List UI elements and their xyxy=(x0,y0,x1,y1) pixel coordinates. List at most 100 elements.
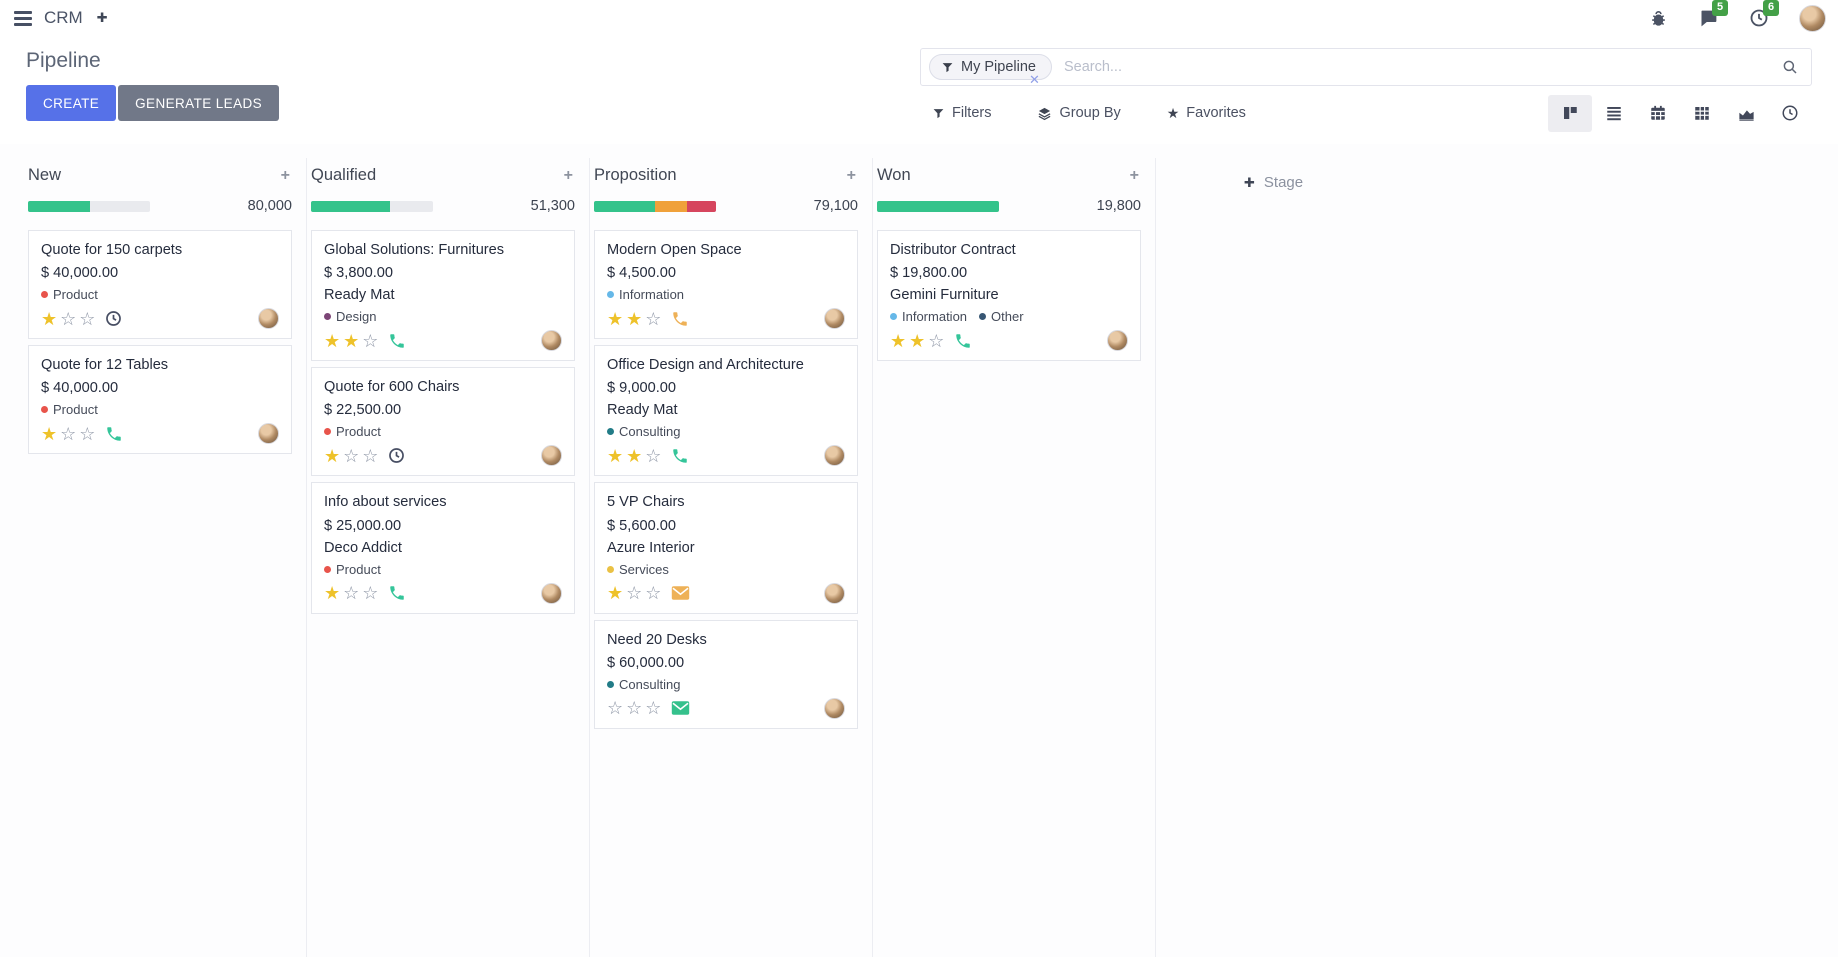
favorites-menu[interactable]: Favorites xyxy=(1167,105,1246,122)
priority-star[interactable]: ★ xyxy=(41,425,57,443)
add-icon[interactable] xyxy=(97,9,108,27)
priority-star[interactable]: ☆ xyxy=(343,447,359,465)
priority-star[interactable]: ★ xyxy=(909,332,925,350)
user-avatar[interactable] xyxy=(1799,5,1826,32)
search-icon[interactable] xyxy=(1781,58,1799,76)
kanban-columns: New 80,000 Quote for 150 carpets $ 40,00… xyxy=(24,158,1156,957)
progress-segment[interactable] xyxy=(655,201,687,212)
priority-star[interactable]: ★ xyxy=(324,332,340,350)
priority-star[interactable]: ☆ xyxy=(645,447,661,465)
opportunity-card[interactable]: Office Design and Architecture $ 9,000.0… xyxy=(594,345,858,476)
opportunity-card[interactable]: 5 VP Chairs $ 5,600.00 Azure Interior Se… xyxy=(594,482,858,613)
activities-clock-icon[interactable]: 6 xyxy=(1749,8,1769,28)
priority-star[interactable]: ☆ xyxy=(60,425,76,443)
priority-star[interactable]: ★ xyxy=(324,584,340,602)
priority-star[interactable]: ☆ xyxy=(645,699,661,717)
envelope-activity-icon[interactable] xyxy=(671,700,690,716)
priority-star[interactable]: ☆ xyxy=(79,310,95,328)
priority-star[interactable]: ★ xyxy=(626,310,642,328)
salesperson-avatar[interactable] xyxy=(824,698,845,719)
opportunity-card[interactable]: Global Solutions: Furnitures $ 3,800.00 … xyxy=(311,230,575,361)
graph-view-icon[interactable] xyxy=(1724,95,1768,132)
list-view-icon[interactable] xyxy=(1592,95,1636,132)
filters-menu[interactable]: Filters xyxy=(932,105,991,121)
add-stage-button[interactable]: Stage xyxy=(1244,174,1303,957)
phone-activity-icon[interactable] xyxy=(105,425,123,443)
priority-star[interactable]: ★ xyxy=(607,447,623,465)
salesperson-avatar[interactable] xyxy=(541,330,562,351)
priority-star[interactable]: ★ xyxy=(343,332,359,350)
opportunity-amount: $ 40,000.00 xyxy=(41,380,279,396)
apps-menu-icon[interactable] xyxy=(12,9,34,28)
tag-label: Product xyxy=(336,562,381,577)
priority-star[interactable]: ☆ xyxy=(607,699,623,717)
salesperson-avatar[interactable] xyxy=(824,445,845,466)
group-by-menu[interactable]: Group By xyxy=(1037,105,1120,121)
opportunity-card[interactable]: Quote for 12 Tables $ 40,000.00 Product … xyxy=(28,345,292,454)
opportunity-title: Office Design and Architecture xyxy=(607,356,845,374)
salesperson-avatar[interactable] xyxy=(541,445,562,466)
priority-star[interactable]: ☆ xyxy=(362,584,378,602)
column-add-record-icon[interactable] xyxy=(1128,167,1141,185)
priority-star[interactable]: ☆ xyxy=(928,332,944,350)
opportunity-card[interactable]: Distributor Contract $ 19,800.00 Gemini … xyxy=(877,230,1141,361)
progress-segment[interactable] xyxy=(28,201,90,212)
salesperson-avatar[interactable] xyxy=(1107,330,1128,351)
bug-icon[interactable] xyxy=(1649,9,1668,28)
tag-color-dot xyxy=(607,566,614,573)
phone-activity-icon[interactable] xyxy=(671,310,689,328)
envelope-activity-icon[interactable] xyxy=(671,585,690,601)
progress-segment[interactable] xyxy=(311,201,390,212)
opportunity-card[interactable]: Need 20 Desks $ 60,000.00 Consulting ☆☆☆ xyxy=(594,620,858,729)
priority-star[interactable]: ★ xyxy=(890,332,906,350)
opportunity-card[interactable]: Quote for 600 Chairs $ 22,500.00 Product… xyxy=(311,367,575,476)
priority-star[interactable]: ☆ xyxy=(645,310,661,328)
priority-star[interactable]: ☆ xyxy=(362,332,378,350)
tag-label: Information xyxy=(619,287,684,302)
priority-star[interactable]: ☆ xyxy=(626,699,642,717)
progress-segment[interactable] xyxy=(877,201,999,212)
priority-star[interactable]: ☆ xyxy=(343,584,359,602)
activity-view-icon[interactable] xyxy=(1768,95,1812,132)
clock-activity-icon[interactable] xyxy=(388,447,405,464)
clock-activity-icon[interactable] xyxy=(105,310,122,327)
create-button[interactable]: CREATE xyxy=(26,85,116,121)
salesperson-avatar[interactable] xyxy=(541,583,562,604)
messages-icon[interactable]: 5 xyxy=(1698,8,1719,29)
pivot-view-icon[interactable] xyxy=(1680,95,1724,132)
progress-segment[interactable] xyxy=(594,201,655,212)
priority-star[interactable]: ★ xyxy=(41,310,57,328)
priority-star[interactable]: ★ xyxy=(607,584,623,602)
priority-star[interactable]: ☆ xyxy=(362,447,378,465)
salesperson-avatar[interactable] xyxy=(824,583,845,604)
facet-remove-icon[interactable]: ✕ xyxy=(1029,72,1040,88)
salesperson-avatar[interactable] xyxy=(258,423,279,444)
progress-segment[interactable] xyxy=(687,201,716,212)
phone-activity-icon[interactable] xyxy=(388,584,406,602)
phone-activity-icon[interactable] xyxy=(671,447,689,465)
salesperson-avatar[interactable] xyxy=(258,308,279,329)
column-add-record-icon[interactable] xyxy=(845,167,858,185)
opportunity-card[interactable]: Quote for 150 carpets $ 40,000.00 Produc… xyxy=(28,230,292,339)
tag: Product xyxy=(41,402,98,417)
priority-star[interactable]: ☆ xyxy=(60,310,76,328)
column-add-record-icon[interactable] xyxy=(279,167,292,185)
opportunity-card[interactable]: Info about services $ 25,000.00 Deco Add… xyxy=(311,482,575,613)
opportunity-card[interactable]: Modern Open Space $ 4,500.00 Information… xyxy=(594,230,858,339)
phone-activity-icon[interactable] xyxy=(388,332,406,350)
phone-activity-icon[interactable] xyxy=(954,332,972,350)
calendar-view-icon[interactable] xyxy=(1636,95,1680,132)
column-add-record-icon[interactable] xyxy=(562,167,575,185)
priority-star[interactable]: ★ xyxy=(324,447,340,465)
kanban-view-icon[interactable] xyxy=(1548,95,1592,132)
priority-star[interactable]: ★ xyxy=(607,310,623,328)
generate-leads-button[interactable]: GENERATE LEADS xyxy=(118,85,279,121)
salesperson-avatar[interactable] xyxy=(824,308,845,329)
app-name[interactable]: CRM xyxy=(44,8,83,28)
search-menus-row: Filters Group By Favorites xyxy=(920,94,1812,132)
priority-star[interactable]: ★ xyxy=(626,447,642,465)
search-input[interactable] xyxy=(1062,58,1781,76)
priority-star[interactable]: ☆ xyxy=(79,425,95,443)
priority-star[interactable]: ☆ xyxy=(626,584,642,602)
priority-star[interactable]: ☆ xyxy=(645,584,661,602)
